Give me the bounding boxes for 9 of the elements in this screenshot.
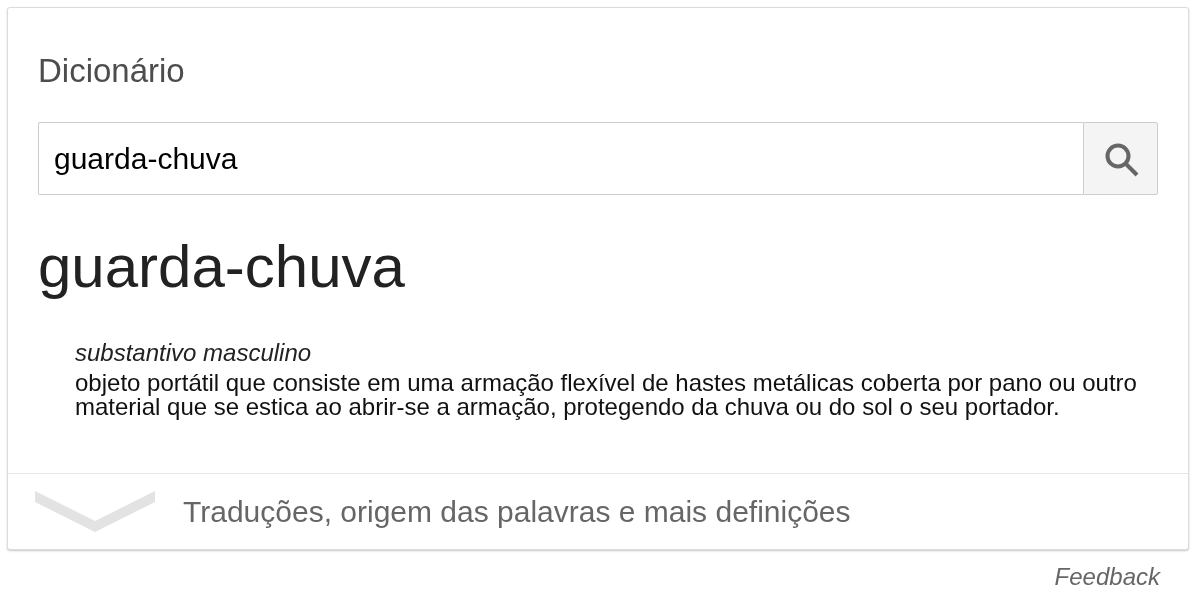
feedback-link[interactable]: Feedback: [1054, 563, 1160, 591]
headword: guarda-chuva: [38, 234, 406, 300]
part-of-speech: substantivo masculino: [75, 341, 313, 365]
more-definitions-link[interactable]: Traduções, origem das palavras e mais definições: [35, 474, 851, 549]
definition-text: objeto portátil que consiste em uma armação flexível de hastes metálicas coberta por pano ou outro material que se estica ao abrir-se a armação, protegendo da chuva ou do sol o seu portador.: [75, 371, 1138, 419]
card-title: Dicionário: [38, 52, 186, 90]
search-button[interactable]: [1083, 122, 1158, 195]
search-icon: [1105, 142, 1139, 177]
search-field[interactable]: guarda-chuva: [38, 122, 1083, 195]
